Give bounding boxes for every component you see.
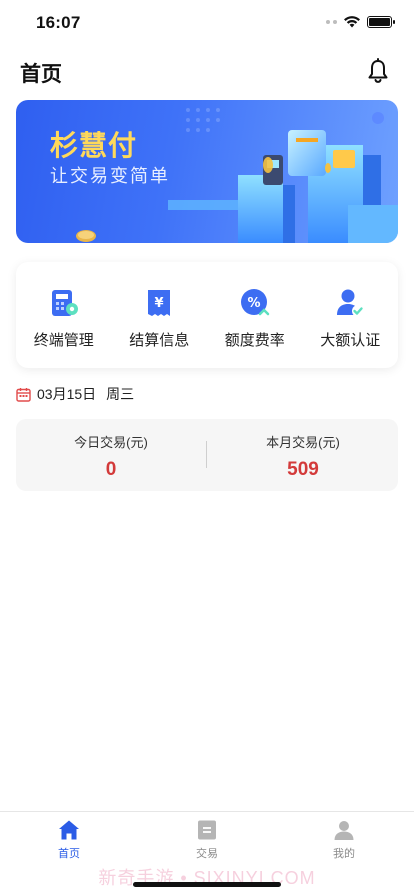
menu-item-rate[interactable]: % 额度费率 — [210, 281, 300, 350]
cellular-signal-icon — [326, 19, 337, 24]
date-text: 03月15日 — [37, 386, 97, 402]
menu-item-label: 终端管理 — [33, 331, 94, 349]
tab-label: 交易 — [196, 848, 218, 860]
tab-label: 首页 — [58, 848, 80, 860]
tab-home[interactable]: 首页 — [29, 819, 109, 861]
header: 首页 — [0, 52, 414, 92]
status-icons — [326, 15, 395, 28]
terminal-icon — [51, 289, 78, 316]
weekday-text: 周三 — [106, 386, 135, 402]
today-value: 0 — [105, 459, 117, 480]
banner-title: 杉慧付 — [50, 130, 138, 161]
stats-divider — [206, 441, 207, 468]
tab-transaction[interactable]: 交易 — [167, 819, 247, 861]
month-label: 本月交易(元) — [266, 435, 340, 450]
menu-item-label: 结算信息 — [129, 331, 190, 349]
coin-icon — [76, 230, 96, 242]
stats-card: 今日交易(元) 0 本月交易(元) 509 — [16, 419, 398, 491]
profile-icon — [334, 821, 354, 840]
menu-item-settlement[interactable]: ¥ 结算信息 — [114, 281, 204, 350]
bell-icon[interactable] — [366, 58, 390, 84]
menu-item-verify[interactable]: 大额认证 — [305, 281, 395, 350]
svg-text:%: % — [247, 296, 260, 311]
calendar-icon — [16, 387, 31, 402]
menu-item-terminal[interactable]: 终端管理 — [19, 281, 109, 350]
rate-icon: % — [240, 288, 269, 315]
home-icon — [59, 820, 79, 840]
verify-user-icon — [337, 289, 365, 317]
quick-menu: 终端管理 ¥ 结算信息 % 额度费率 大额认证 — [16, 262, 398, 368]
tab-label: 我的 — [333, 848, 355, 860]
tab-bar: 首页 交易 我的 新奇手游 • SIXINYI.COM — [0, 811, 414, 896]
status-bar: 16:07 — [0, 0, 414, 44]
today-stat[interactable]: 今日交易(元) 0 — [16, 432, 206, 481]
battery-icon — [367, 15, 395, 28]
promo-banner[interactable]: 杉慧付 让交易变简单 — [16, 100, 398, 243]
banner-subtitle: 让交易变简单 — [50, 166, 170, 186]
month-value: 509 — [287, 459, 319, 480]
date-row: 03月15日 周三 — [16, 384, 134, 404]
menu-item-label: 大额认证 — [320, 331, 381, 349]
transaction-icon — [198, 820, 216, 840]
status-time: 16:07 — [36, 13, 81, 32]
settlement-icon: ¥ — [148, 289, 171, 316]
home-indicator — [133, 882, 281, 887]
wifi-icon — [344, 16, 360, 28]
menu-item-label: 额度费率 — [224, 331, 285, 349]
svg-text:¥: ¥ — [155, 296, 164, 311]
month-stat[interactable]: 本月交易(元) 509 — [208, 432, 398, 481]
today-label: 今日交易(元) — [74, 435, 148, 450]
banner-illustration — [168, 108, 398, 243]
page-title: 首页 — [20, 63, 62, 86]
tab-profile[interactable]: 我的 — [304, 819, 384, 861]
